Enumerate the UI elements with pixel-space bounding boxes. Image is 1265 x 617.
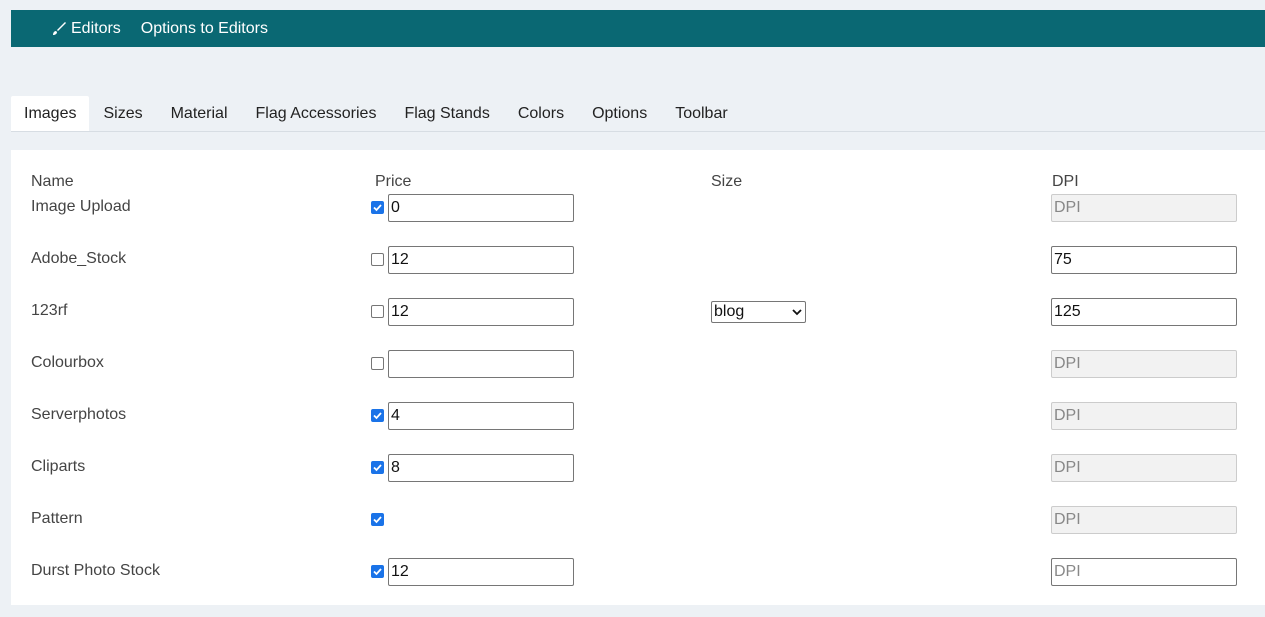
header-price: Price bbox=[375, 173, 412, 190]
options-to-editors-label: Options to Editors bbox=[140, 19, 268, 37]
tab-flag-accessories[interactable]: Flag Accessories bbox=[242, 96, 391, 131]
header-size: Size bbox=[711, 173, 743, 190]
check-icon bbox=[373, 204, 382, 212]
tab-label: Flag Accessories bbox=[255, 104, 377, 122]
check-icon bbox=[373, 464, 382, 472]
header-name: Name bbox=[31, 173, 74, 190]
tab-label: Options bbox=[592, 104, 648, 122]
size-select-value: blog bbox=[714, 303, 745, 320]
dpi-input[interactable] bbox=[1051, 350, 1237, 378]
row-name: Serverphotos bbox=[31, 406, 127, 423]
enabled-checkbox[interactable] bbox=[371, 305, 384, 318]
check-icon bbox=[373, 516, 382, 524]
dpi-input[interactable] bbox=[1051, 506, 1237, 534]
enabled-checkbox[interactable] bbox=[371, 565, 384, 578]
row-name: Colourbox bbox=[31, 354, 104, 371]
tab-label: Colors bbox=[517, 104, 565, 122]
dpi-input[interactable] bbox=[1051, 402, 1237, 430]
dpi-input[interactable] bbox=[1051, 558, 1237, 586]
enabled-checkbox[interactable] bbox=[371, 461, 384, 474]
table-row: Pattern bbox=[11, 506, 1265, 534]
tab-label: Sizes bbox=[103, 104, 143, 122]
table-row: Adobe_Stock bbox=[11, 246, 1265, 274]
enabled-checkbox[interactable] bbox=[371, 409, 384, 422]
price-input[interactable] bbox=[388, 350, 574, 378]
images-panel: Name Price Size DPI Image Upload Adobe_S… bbox=[11, 150, 1265, 605]
tab-sizes[interactable]: Sizes bbox=[89, 96, 156, 131]
table-row: Durst Photo Stock bbox=[11, 558, 1265, 586]
row-name: Durst Photo Stock bbox=[31, 562, 160, 579]
dpi-input[interactable] bbox=[1051, 194, 1237, 222]
editors-label: Editors bbox=[71, 19, 121, 37]
row-name: Cliparts bbox=[31, 458, 86, 475]
tab-colors[interactable]: Colors bbox=[504, 96, 578, 131]
table-row: Serverphotos bbox=[11, 402, 1265, 430]
dpi-input[interactable] bbox=[1051, 298, 1237, 326]
table-row: 123rf blog bbox=[11, 298, 1265, 326]
options-to-editors-link[interactable]: Options to Editors bbox=[141, 20, 268, 38]
price-input[interactable] bbox=[388, 558, 574, 586]
chevron-down-icon bbox=[792, 308, 802, 316]
tab-options[interactable]: Options bbox=[578, 96, 661, 131]
price-input[interactable] bbox=[388, 298, 574, 326]
row-name: Adobe_Stock bbox=[31, 250, 127, 267]
header-dpi: DPI bbox=[1052, 173, 1079, 190]
enabled-checkbox[interactable] bbox=[371, 513, 384, 526]
tab-label: Flag Stands bbox=[404, 104, 490, 122]
price-input[interactable] bbox=[388, 402, 574, 430]
tab-label: Material bbox=[170, 104, 228, 122]
tab-label: Images bbox=[24, 104, 77, 122]
enabled-checkbox[interactable] bbox=[371, 253, 384, 266]
table-row: Cliparts bbox=[11, 454, 1265, 482]
price-input[interactable] bbox=[388, 194, 574, 222]
row-name: Pattern bbox=[31, 510, 83, 527]
tab-images[interactable]: Images bbox=[11, 96, 90, 131]
dpi-input[interactable] bbox=[1051, 454, 1237, 482]
tab-label: Toolbar bbox=[675, 104, 728, 122]
row-name: Image Upload bbox=[31, 198, 131, 215]
tab-flag-stands[interactable]: Flag Stands bbox=[390, 96, 503, 131]
editors-link[interactable]: Editors bbox=[51, 20, 121, 38]
top-nav-bar: Editors Options to Editors bbox=[11, 10, 1265, 47]
tab-bar: Images Sizes Material Flag Accessories F… bbox=[11, 96, 1265, 132]
table-row: Image Upload bbox=[11, 194, 1265, 222]
table-row: Colourbox bbox=[11, 350, 1265, 378]
row-name: 123rf bbox=[31, 302, 68, 319]
dpi-input[interactable] bbox=[1051, 246, 1237, 274]
enabled-checkbox[interactable] bbox=[371, 357, 384, 370]
enabled-checkbox[interactable] bbox=[371, 201, 384, 214]
price-input[interactable] bbox=[388, 454, 574, 482]
tab-material[interactable]: Material bbox=[157, 96, 242, 131]
price-input[interactable] bbox=[388, 246, 574, 274]
brush-icon bbox=[53, 21, 66, 35]
size-select[interactable]: blog bbox=[711, 301, 806, 323]
check-icon bbox=[373, 412, 382, 420]
check-icon bbox=[373, 568, 382, 576]
tab-toolbar[interactable]: Toolbar bbox=[661, 96, 741, 131]
